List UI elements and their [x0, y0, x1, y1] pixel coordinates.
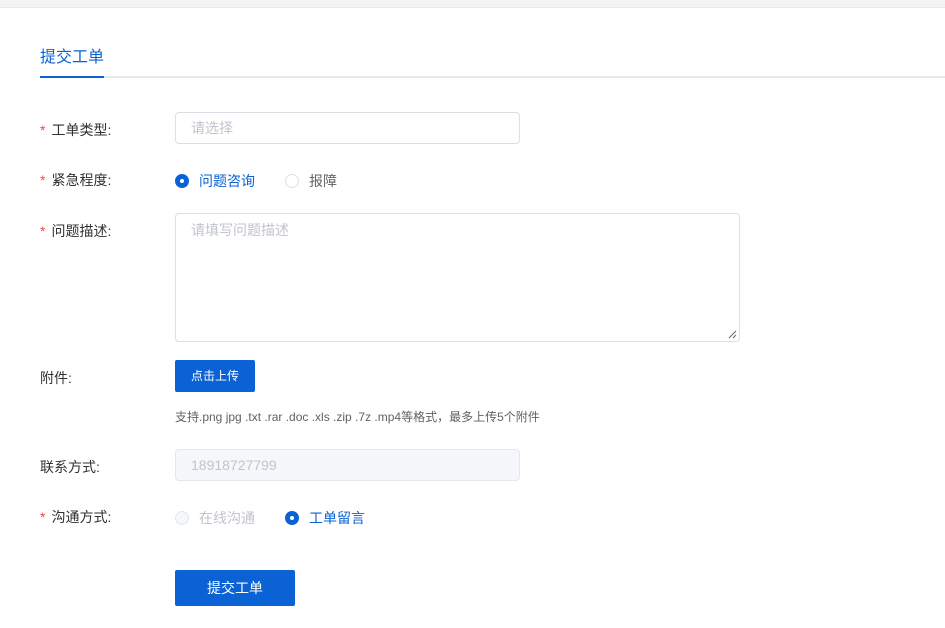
contact-input: 18918727799 — [175, 449, 520, 481]
tab-bar: 提交工单 — [40, 8, 945, 78]
urgency-radio-consult[interactable]: 问题咨询 — [175, 171, 255, 191]
required-mark: * — [40, 223, 46, 239]
radio-unchecked-icon — [285, 174, 299, 188]
form-card: 提交工单 * 工单类型: 请选择 * 紧急程度: 问题咨询 报障 * 问题描述: 请填… — [0, 7, 945, 628]
urgency-label: * 紧急程度: — [40, 172, 112, 188]
channel-radio-message[interactable]: 工单留言 — [285, 508, 365, 528]
ticket-type-select[interactable]: 请选择 — [175, 112, 520, 144]
ticket-type-label: * 工单类型: — [40, 122, 112, 138]
description-textarea[interactable]: 请填写问题描述 — [175, 213, 740, 342]
radio-checked-icon — [285, 511, 299, 525]
radio-disabled-icon — [175, 511, 189, 525]
attachment-label: 附件: — [40, 370, 72, 386]
tab-submit-ticket[interactable]: 提交工单 — [40, 46, 105, 78]
radio-checked-icon — [175, 174, 189, 188]
required-mark: * — [40, 509, 46, 525]
upload-button[interactable]: 点击上传 — [175, 360, 255, 392]
resize-handle-icon[interactable] — [727, 329, 737, 339]
channel-radio-online: 在线沟通 — [175, 508, 255, 528]
submit-button[interactable]: 提交工单 — [175, 570, 295, 606]
attachment-hint: 支持.png jpg .txt .rar .doc .xls .zip .7z … — [175, 410, 540, 424]
required-mark: * — [40, 172, 46, 188]
required-mark: * — [40, 122, 46, 138]
contact-label: 联系方式: — [40, 459, 100, 475]
urgency-radio-fault[interactable]: 报障 — [285, 171, 337, 191]
channel-label: * 沟通方式: — [40, 509, 112, 525]
description-label: * 问题描述: — [40, 223, 112, 239]
